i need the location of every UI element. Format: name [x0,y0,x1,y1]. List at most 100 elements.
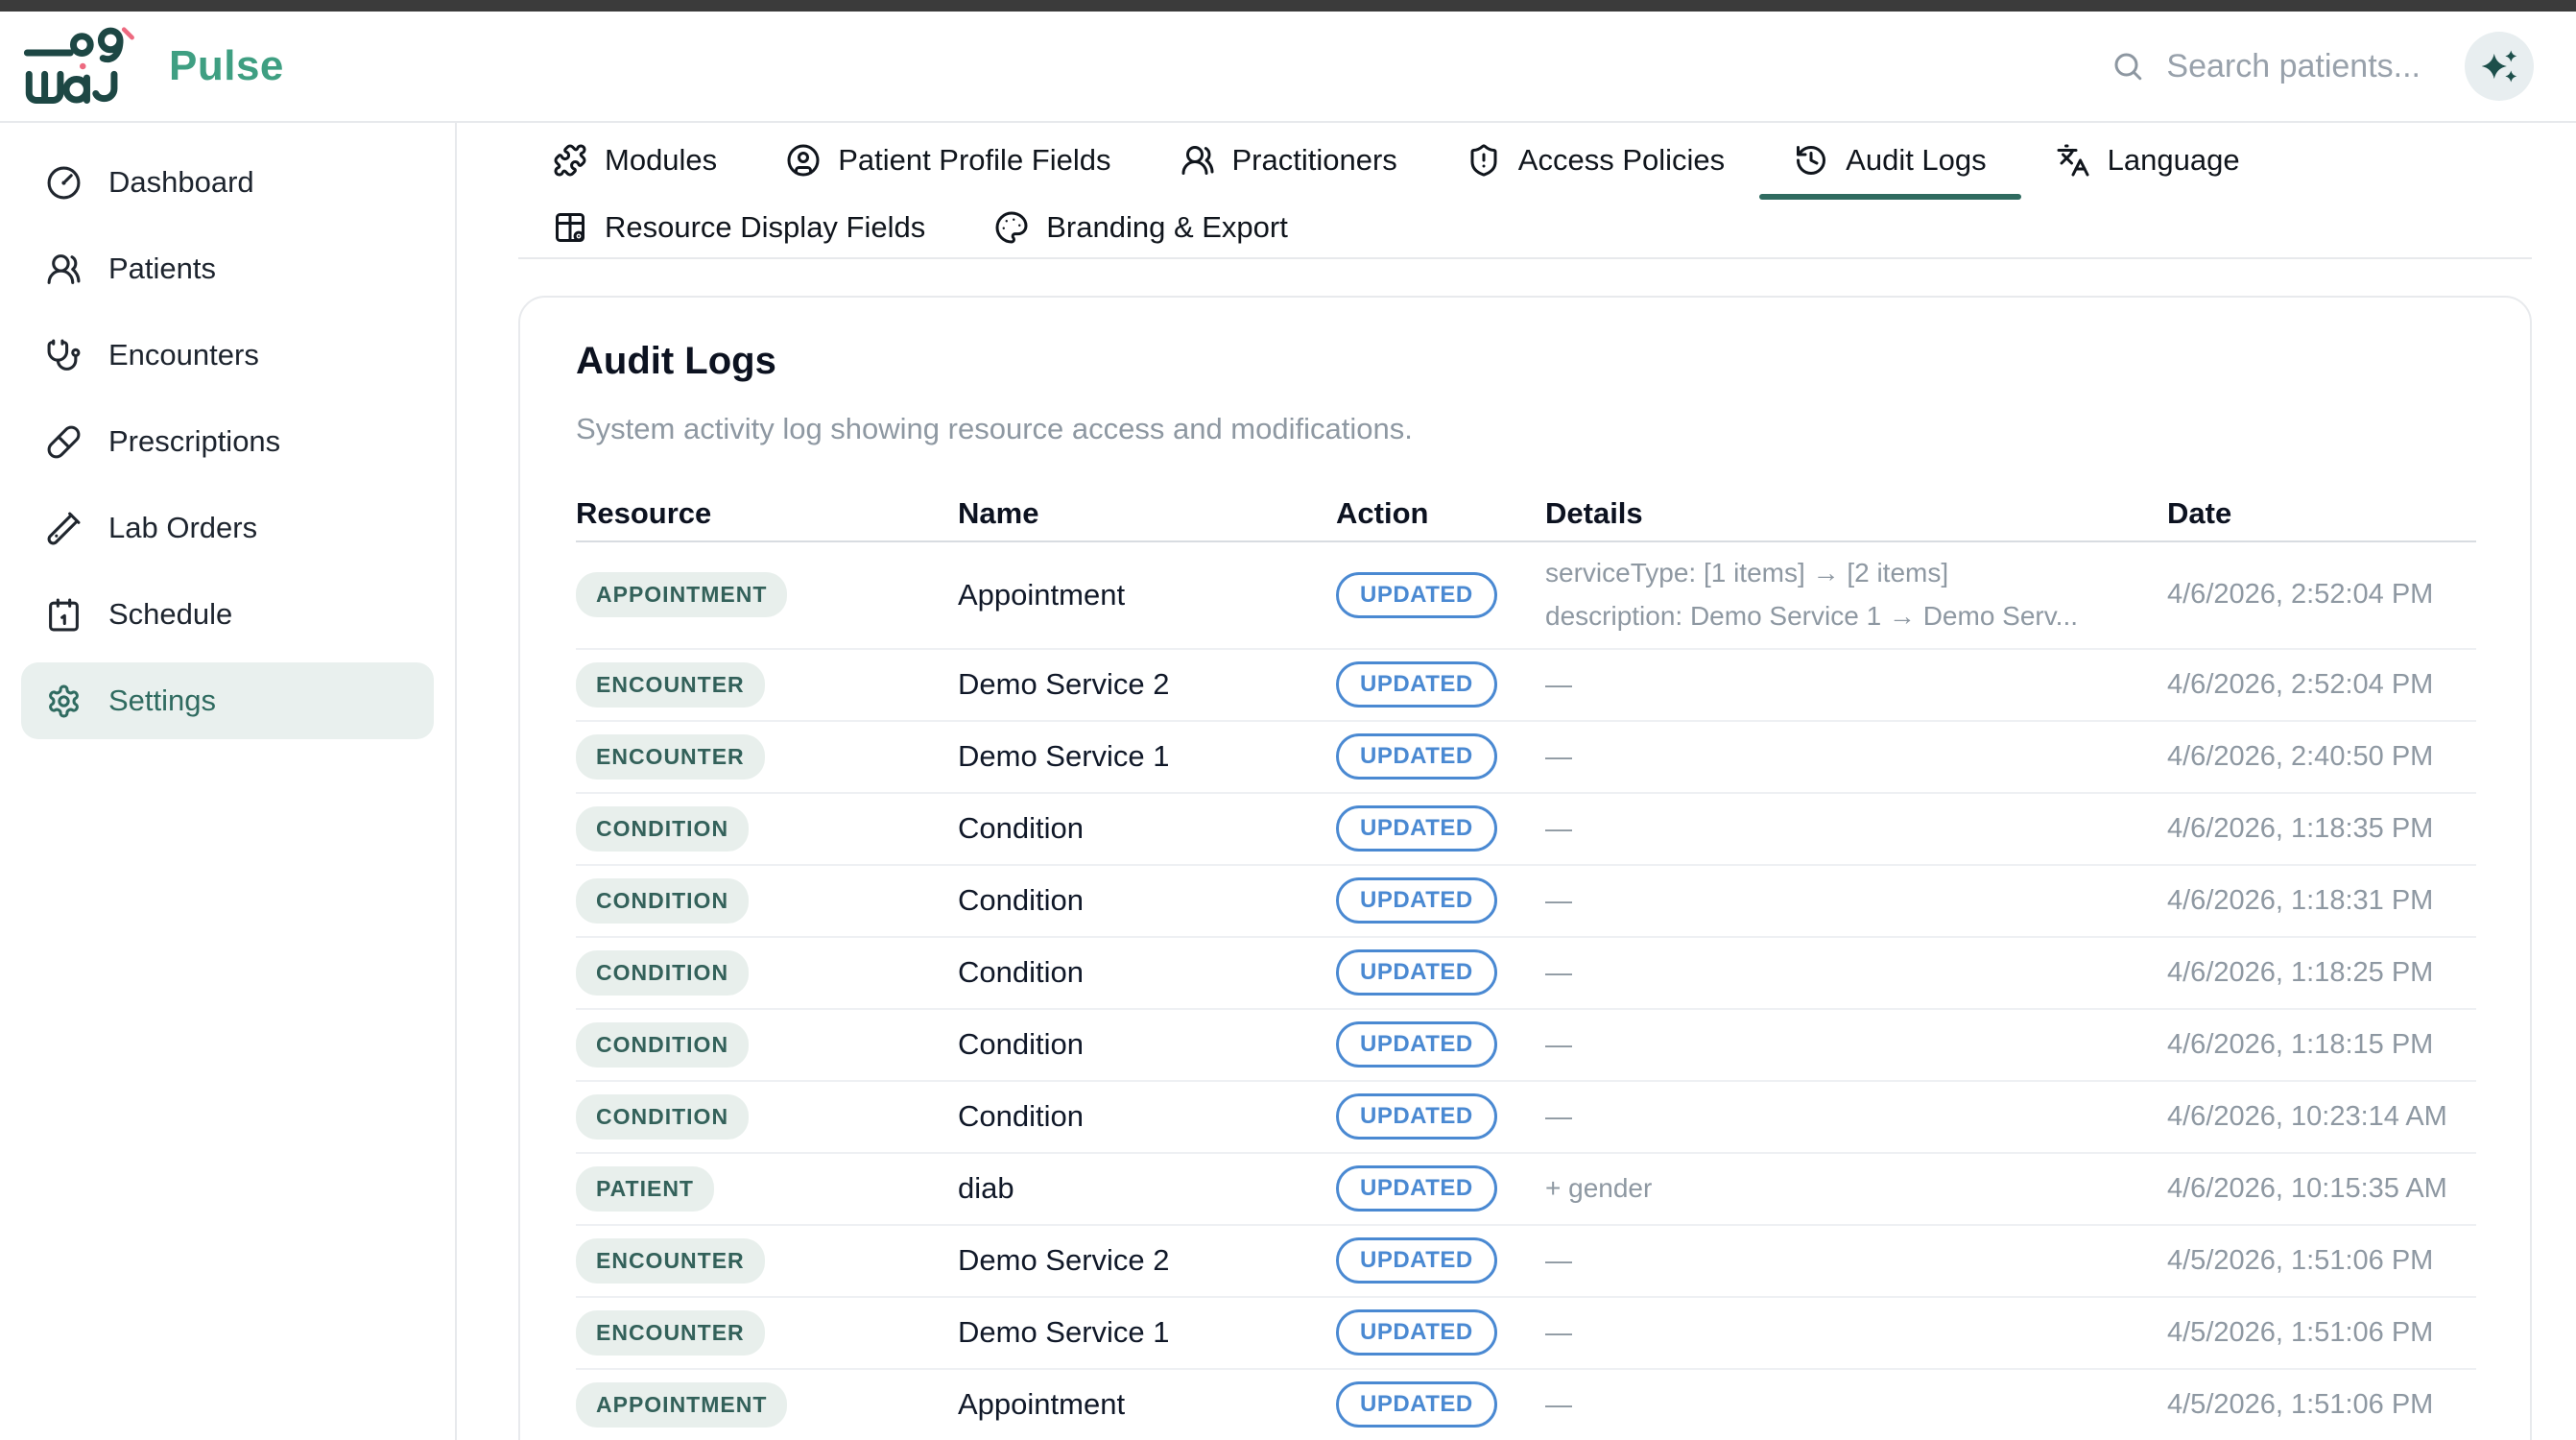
date-cell: 4/6/2026, 10:15:35 AM [2167,1173,2476,1205]
details-line: — [1545,879,2138,923]
palette-icon [994,210,1029,245]
resource-name: Demo Service 1 [958,739,1336,774]
table-row: CONDITIONConditionUPDATED—4/6/2026, 1:18… [576,938,2476,1010]
app-name: Pulse [169,42,284,90]
date-cell: 4/6/2026, 1:18:15 PM [2167,1029,2476,1061]
resource-name: Demo Service 2 [958,1243,1336,1278]
column-header-name: Name [958,496,1336,531]
details-line: + gender [1545,1167,2138,1211]
resource-type-badge: ENCOUNTER [576,734,765,780]
ai-assistant-button[interactable] [2465,32,2534,101]
sidebar-item-settings[interactable]: Settings [21,662,434,739]
resource-name: Condition [958,811,1336,846]
sidebar-item-label: Lab Orders [108,511,257,545]
details-cell: — [1545,1311,2167,1355]
date-cell: 4/5/2026, 1:51:06 PM [2167,1317,2476,1349]
details-line: description: Demo Service 1 → Demo Serv.… [1545,595,2138,638]
action-badge: UPDATED [1336,877,1497,924]
date-cell: 4/6/2026, 10:23:14 AM [2167,1101,2476,1133]
brand[interactable]: Pulse [23,26,284,107]
resource-name: Appointment [958,578,1336,612]
resource-type-badge: CONDITION [576,806,749,852]
sparkles-icon [2479,46,2519,86]
user-circle-icon [786,143,821,178]
tab-practitioners[interactable]: Practitioners [1146,123,1432,198]
users-icon [46,252,82,287]
main-content: Modules Patient Profile Fields Practitione… [457,123,2576,1440]
resource-name: Condition [958,883,1336,918]
details-cell: — [1545,951,2167,995]
tab-row: Resource Display Fields Branding & Export [518,198,2532,257]
resource-type-badge: APPOINTMENT [576,572,787,617]
resource-name: Demo Service 2 [958,667,1336,702]
tab-branding-export[interactable]: Branding & Export [960,198,1323,257]
sidebar-item-patients[interactable]: Patients [21,230,434,307]
sidebar-item-encounters[interactable]: Encounters [21,317,434,394]
date-cell: 4/6/2026, 2:52:04 PM [2167,669,2476,701]
action-badge: UPDATED [1336,1165,1497,1212]
sidebar-item-label: Prescriptions [108,424,280,459]
table-row: APPOINTMENTAppointmentUPDATEDserviceType… [576,542,2476,650]
table-row: CONDITIONConditionUPDATED—4/6/2026, 1:18… [576,1010,2476,1082]
resource-name: Condition [958,1027,1336,1062]
date-cell: 4/5/2026, 1:51:06 PM [2167,1389,2476,1421]
sidebar-item-label: Schedule [108,597,232,632]
table-row: CONDITIONConditionUPDATED—4/6/2026, 10:2… [576,1082,2476,1154]
details-line: — [1545,1095,2138,1139]
tab-label: Access Policies [1518,143,1725,178]
panel-title: Audit Logs [576,340,2476,383]
tab-language[interactable]: Language [2021,123,2275,198]
sidebar-item-prescriptions[interactable]: Prescriptions [21,403,434,480]
sidebar-item-dashboard[interactable]: Dashboard [21,144,434,221]
table-settings-icon [553,210,587,245]
search-icon [2111,49,2145,84]
action-badge: UPDATED [1336,1381,1497,1428]
test-tube-icon [46,511,82,546]
tab-modules[interactable]: Modules [518,123,751,198]
tab-access-policies[interactable]: Access Policies [1432,123,1759,198]
shield-icon [1467,143,1501,178]
details-line: — [1545,735,2138,779]
audit-logs-panel: Audit Logs System activity log showing r… [518,296,2532,1440]
date-cell: 4/6/2026, 2:52:04 PM [2167,579,2476,611]
date-cell: 4/6/2026, 1:18:35 PM [2167,813,2476,845]
action-badge: UPDATED [1336,1021,1497,1068]
table-row: APPOINTMENTAppointmentUPDATED—4/5/2026, … [576,1370,2476,1440]
details-cell: — [1545,1383,2167,1427]
table-header-row: ResourceNameActionDetailsDate [576,487,2476,542]
details-line: — [1545,1311,2138,1355]
details-cell: — [1545,1239,2167,1283]
resource-type-badge: CONDITION [576,878,749,924]
resource-type-badge: CONDITION [576,1094,749,1140]
tab-label: Resource Display Fields [605,210,925,245]
sidebar-nav: Dashboard Patients Encounters Prescriptions… [0,123,457,1440]
sidebar-item-lab-orders[interactable]: Lab Orders [21,490,434,566]
stethoscope-icon [46,338,82,373]
table-body: APPOINTMENTAppointmentUPDATEDserviceType… [576,542,2476,1440]
date-cell: 4/6/2026, 1:18:31 PM [2167,885,2476,917]
puzzle-icon [553,143,587,178]
tab-label: Language [2108,143,2240,178]
global-search[interactable]: Search patients... [2111,48,2421,85]
resource-type-badge: ENCOUNTER [576,1238,765,1284]
date-cell: 4/5/2026, 1:51:06 PM [2167,1245,2476,1277]
resource-name: Demo Service 1 [958,1315,1336,1350]
tab-patient-profile-fields[interactable]: Patient Profile Fields [751,123,1145,198]
table-row: ENCOUNTERDemo Service 2UPDATED—4/5/2026,… [576,1226,2476,1298]
resource-type-badge: APPOINTMENT [576,1382,787,1428]
table-row: ENCOUNTERDemo Service 2UPDATED—4/6/2026,… [576,650,2476,722]
details-cell: + gender [1545,1167,2167,1211]
search-placeholder: Search patients... [2166,48,2421,85]
tab-resource-display-fields[interactable]: Resource Display Fields [518,198,960,257]
resource-type-badge: PATIENT [576,1166,714,1212]
app-header: Pulse Search patients... [0,12,2576,123]
tab-label: Patient Profile Fields [838,143,1110,178]
tab-audit-logs[interactable]: Audit Logs [1759,123,2021,198]
resource-name: diab [958,1171,1336,1206]
panel-subtitle: System activity log showing resource acc… [576,412,2476,446]
audit-logs-table: ResourceNameActionDetailsDate APPOINTMEN… [576,487,2476,1440]
sidebar-item-schedule[interactable]: Schedule [21,576,434,653]
resource-type-badge: CONDITION [576,950,749,996]
sidebar-item-label: Patients [108,252,216,286]
calendar-icon [46,597,82,633]
